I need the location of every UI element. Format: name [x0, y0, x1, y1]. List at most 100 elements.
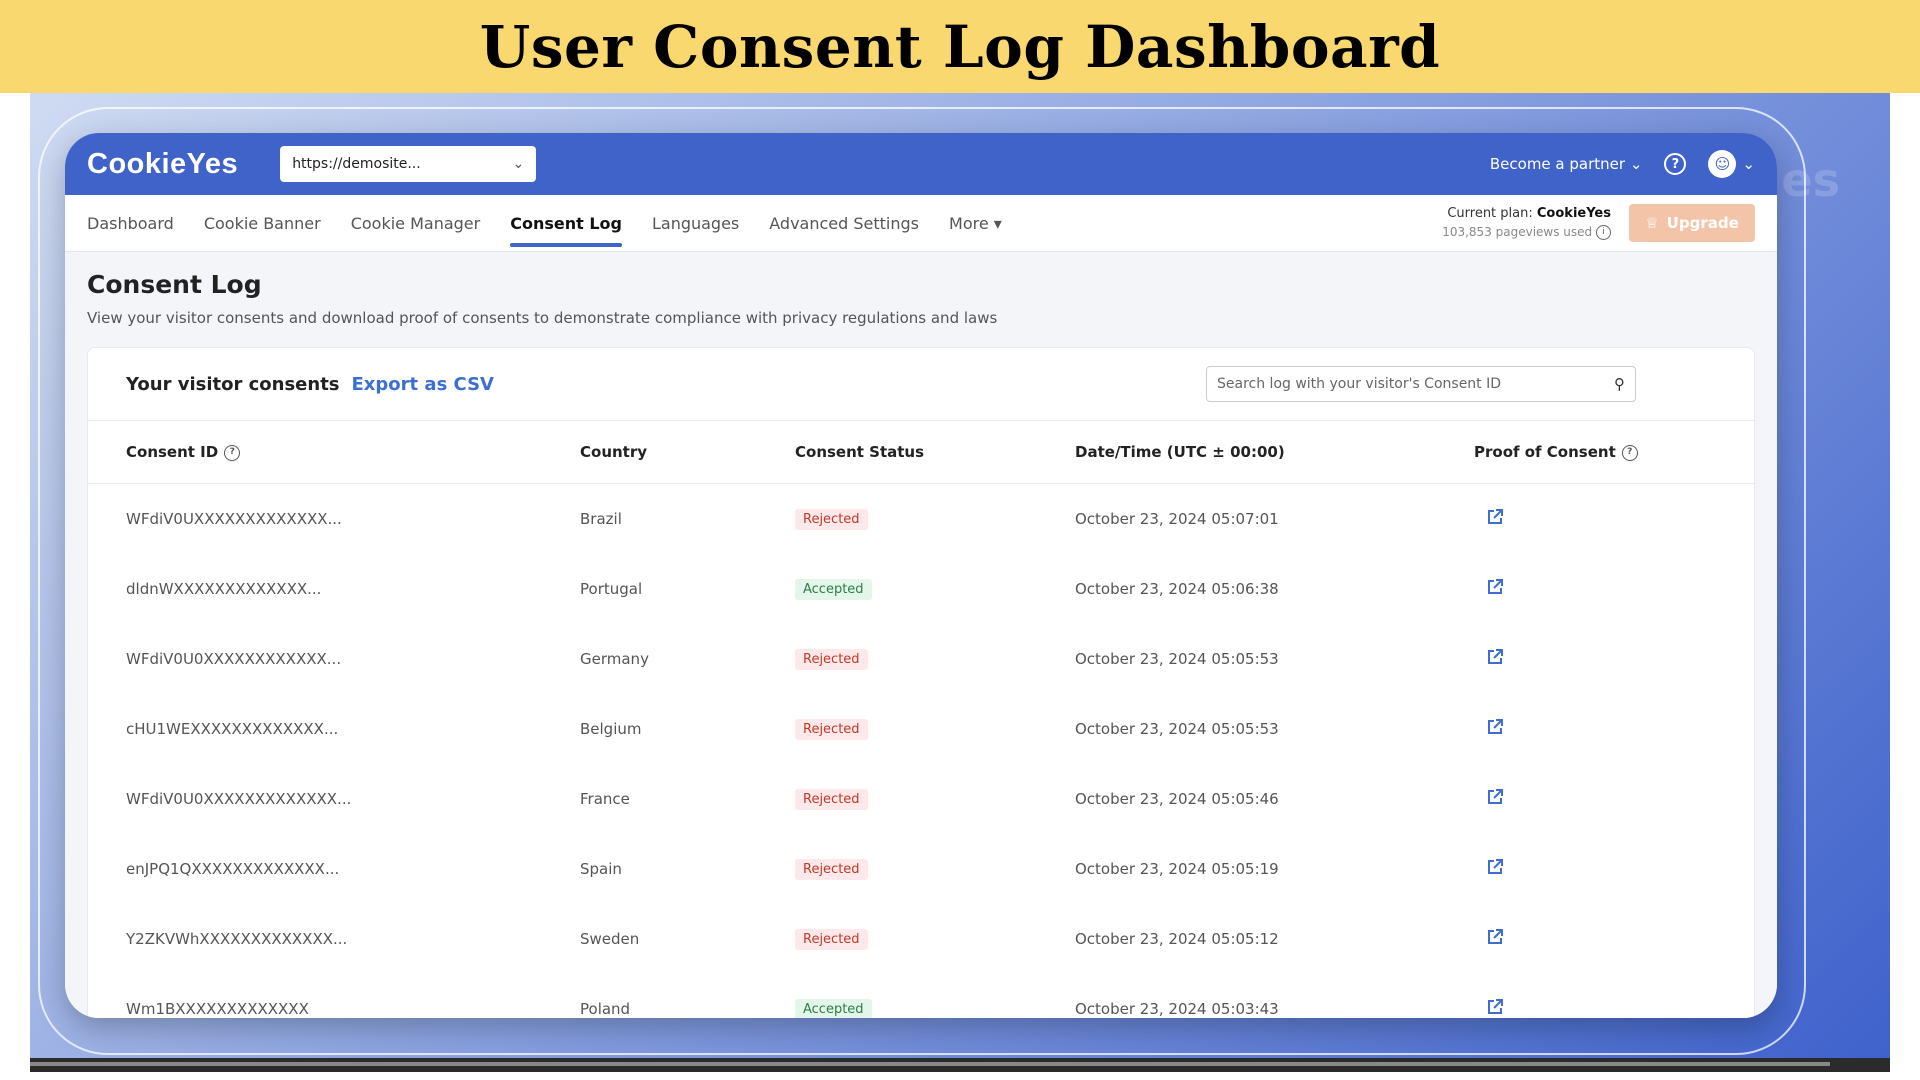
cell-datetime: October 23, 2024 05:05:12 — [1075, 930, 1279, 948]
cell-proof — [1474, 998, 1654, 1018]
cell-datetime: October 23, 2024 05:05:53 — [1075, 650, 1279, 668]
cell-proof — [1474, 578, 1654, 600]
table-row: WFdiV0U0XXXXXXXXXXXX... Germany Rejected… — [88, 624, 1754, 694]
export-csv-link[interactable]: Export as CSV — [352, 374, 494, 395]
external-link-icon[interactable] — [1486, 648, 1504, 670]
cell-proof — [1474, 788, 1654, 810]
cell-country: Sweden — [580, 930, 640, 948]
cell-datetime: October 23, 2024 05:03:43 — [1075, 1000, 1279, 1018]
table-row: WFdiV0U0XXXXXXXXXXXXX... France Rejected… — [88, 764, 1754, 834]
consents-card: Your visitor consents Export as CSV Sear… — [87, 347, 1755, 1018]
tab-cookie-banner[interactable]: Cookie Banner — [204, 195, 321, 251]
card-heading: Your visitor consents — [126, 373, 340, 395]
card-header: Your visitor consents Export as CSV Sear… — [88, 348, 1754, 421]
avatar-icon: ☺ — [1708, 150, 1737, 178]
cell-consent-id: Wm1BXXXXXXXXXXXXX — [126, 1000, 309, 1018]
cell-datetime: October 23, 2024 05:05:46 — [1075, 790, 1279, 808]
header-datetime: Date/Time (UTC ± 00:00) — [1075, 443, 1285, 461]
external-link-icon[interactable] — [1486, 858, 1504, 880]
cell-consent-id: Y2ZKVWhXXXXXXXXXXXXX... — [126, 930, 348, 948]
tab-languages[interactable]: Languages — [652, 195, 739, 251]
status-badge: Rejected — [795, 928, 868, 950]
upgrade-label: Upgrade — [1666, 214, 1739, 232]
cell-status: Rejected — [795, 858, 1075, 880]
external-link-icon[interactable] — [1486, 578, 1504, 600]
cell-status: Accepted — [795, 998, 1075, 1018]
cell-country: Belgium — [580, 720, 642, 738]
become-partner-link[interactable]: Become a partner ⌄ — [1490, 155, 1643, 173]
status-badge: Rejected — [795, 718, 868, 740]
external-link-icon[interactable] — [1486, 998, 1504, 1018]
chevron-down-icon: ⌄ — [1742, 155, 1755, 173]
page-title: Consent Log — [87, 270, 262, 299]
current-plan: Current plan: CookieYes 103,853 pageview… — [1442, 205, 1611, 241]
cell-consent-id: WFdiV0U0XXXXXXXXXXXX... — [126, 650, 342, 668]
table-row: cHU1WEXXXXXXXXXXXXX... Belgium Rejected … — [88, 694, 1754, 764]
crown-icon: ♕ — [1645, 214, 1659, 232]
tab-advanced-settings[interactable]: Advanced Settings — [769, 195, 919, 251]
title-banner: User Consent Log Dashboard — [0, 0, 1920, 93]
cell-consent-id: WFdiV0UXXXXXXXXXXXXX... — [126, 510, 342, 528]
cell-status: Rejected — [795, 648, 1075, 670]
tab-cookie-manager[interactable]: Cookie Manager — [351, 195, 481, 251]
cell-status: Rejected — [795, 788, 1075, 810]
cell-country: Poland — [580, 1000, 631, 1018]
help-icon[interactable]: ? — [1664, 153, 1687, 175]
caret-down-icon: ▾ — [993, 213, 1002, 233]
table-row: dldnWXXXXXXXXXXXXX... Portugal Accepted … — [88, 554, 1754, 624]
progress-fill — [30, 1062, 1830, 1066]
cell-proof — [1474, 508, 1654, 530]
header-consent-status: Consent Status — [795, 443, 925, 461]
cell-consent-id: dldnWXXXXXXXXXXXXX... — [126, 580, 322, 598]
header-proof: Proof of Consent? — [1474, 443, 1654, 461]
search-input[interactable]: Search log with your visitor's Consent I… — [1206, 366, 1636, 402]
cell-country: France — [580, 790, 630, 808]
external-link-icon[interactable] — [1486, 928, 1504, 950]
cookieyes-logo[interactable]: CookieYes — [87, 148, 238, 181]
external-link-icon[interactable] — [1486, 788, 1504, 810]
status-badge: Accepted — [795, 998, 872, 1018]
table-row: WFdiV0UXXXXXXXXXXXXX... Brazil Rejected … — [88, 484, 1754, 554]
top-bar: CookieYes https://demosite... ⌄ Become a… — [65, 133, 1777, 195]
question-icon[interactable]: ? — [1621, 444, 1638, 461]
site-selector[interactable]: https://demosite... ⌄ — [280, 146, 537, 182]
status-badge: Accepted — [795, 578, 872, 600]
cell-country: Portugal — [580, 580, 643, 598]
cell-proof — [1474, 858, 1654, 880]
info-icon[interactable]: i — [1596, 225, 1611, 240]
status-badge: Rejected — [795, 508, 868, 530]
upgrade-button[interactable]: ♕ Upgrade — [1629, 204, 1755, 242]
question-icon[interactable]: ? — [224, 444, 241, 461]
status-badge: Rejected — [795, 648, 868, 670]
cell-proof — [1474, 648, 1654, 670]
banner-title: User Consent Log Dashboard — [479, 12, 1441, 81]
status-badge: Rejected — [795, 858, 868, 880]
tab-consent-log[interactable]: Consent Log — [510, 195, 622, 251]
external-link-icon[interactable] — [1486, 718, 1504, 740]
cell-datetime: October 23, 2024 05:05:19 — [1075, 860, 1279, 878]
header-country: Country — [580, 443, 648, 461]
cell-country: Spain — [580, 860, 622, 878]
background-stage: es CookieYes https://demosite... ⌄ Becom… — [30, 93, 1890, 1058]
cell-consent-id: WFdiV0U0XXXXXXXXXXXXX... — [126, 790, 352, 808]
site-selector-value: https://demosite... — [292, 156, 421, 172]
cell-consent-id: cHU1WEXXXXXXXXXXXXX... — [126, 720, 339, 738]
table-row: Wm1BXXXXXXXXXXXXX Poland Accepted Octobe… — [88, 974, 1754, 1018]
external-link-icon[interactable] — [1486, 508, 1504, 530]
main-nav: Dashboard Cookie Banner Cookie Manager C… — [65, 195, 1777, 252]
become-partner-label: Become a partner — [1489, 155, 1626, 173]
tab-dashboard[interactable]: Dashboard — [87, 195, 174, 251]
chevron-down-icon: ⌄ — [512, 156, 525, 172]
cell-status: Rejected — [795, 508, 1075, 530]
tab-more[interactable]: More ▾ — [949, 195, 1002, 251]
search-icon[interactable]: ⚲ — [1614, 375, 1625, 393]
video-progress-bar[interactable] — [30, 1058, 1890, 1072]
pageviews-used: 103,853 pageviews used — [1442, 225, 1593, 239]
top-right-actions: Become a partner ⌄ ? ☺ ⌄ — [1490, 150, 1755, 178]
page-subtitle: View your visitor consents and download … — [87, 309, 998, 327]
cell-datetime: October 23, 2024 05:05:53 — [1075, 720, 1279, 738]
user-menu[interactable]: ☺ ⌄ — [1708, 150, 1755, 178]
tab-more-label: More — [949, 213, 989, 233]
search-placeholder: Search log with your visitor's Consent I… — [1217, 376, 1502, 392]
header-consent-id: Consent ID? — [126, 443, 580, 461]
